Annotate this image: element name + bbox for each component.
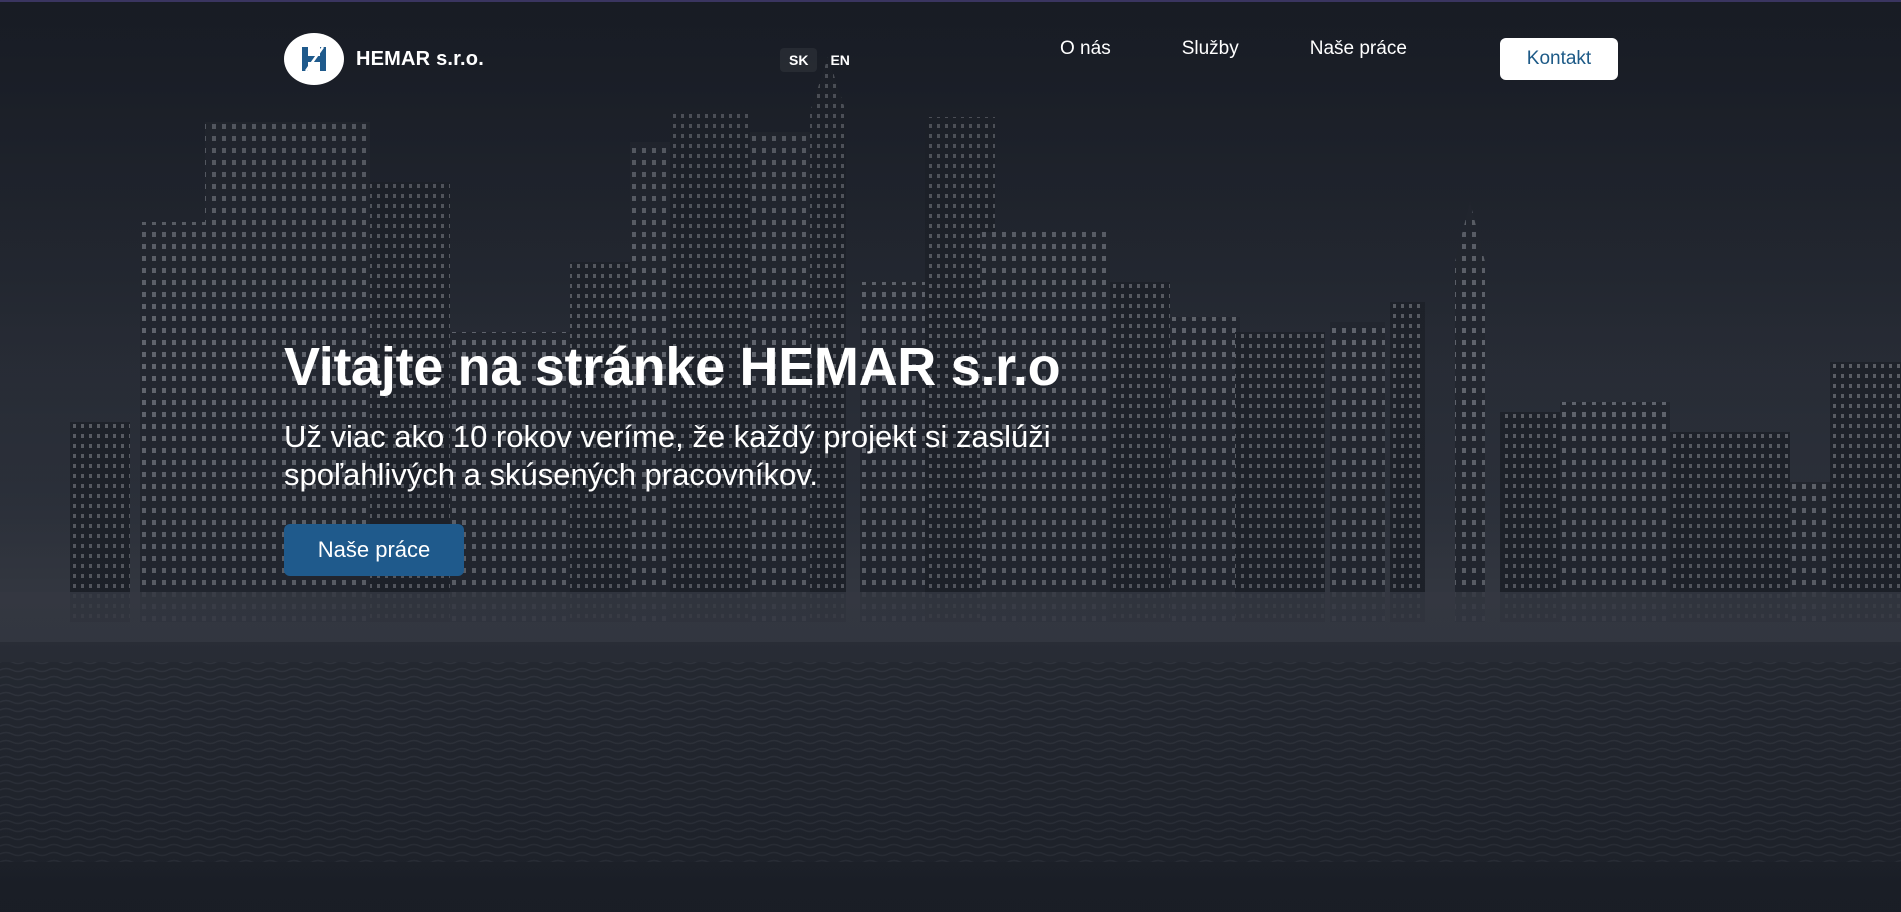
language-switcher: SK EN xyxy=(780,48,859,72)
site-header: HEMAR s.r.o. SK EN O nás Služby Naše prá… xyxy=(0,2,1901,114)
hemar-h-logo-icon xyxy=(284,33,344,85)
nav-link-sluzby[interactable]: Služby xyxy=(1182,38,1239,60)
hero-cta-button[interactable]: Naše práce xyxy=(284,524,464,576)
hero-subtitle: Už viac ako 10 rokov veríme, že každý pr… xyxy=(284,419,1051,492)
nav-link-nase-prace[interactable]: Naše práce xyxy=(1310,38,1407,60)
contact-button[interactable]: Kontakt xyxy=(1500,38,1618,80)
page: HEMAR s.r.o. SK EN O nás Služby Naše prá… xyxy=(0,0,1901,912)
nav-link-o-nas[interactable]: O nás xyxy=(1060,38,1111,60)
language-en[interactable]: EN xyxy=(821,48,858,72)
logo[interactable]: HEMAR s.r.o. xyxy=(284,33,484,85)
logo-text: HEMAR s.r.o. xyxy=(356,47,484,70)
hero-title: Vitajte na stránke HEMAR s.r.o xyxy=(284,337,1061,397)
main-nav: O nás Služby Naše práce xyxy=(1060,38,1478,60)
hero: Vitajte na stránke HEMAR s.r.o Už viac a… xyxy=(284,332,1184,576)
language-sk[interactable]: SK xyxy=(780,48,818,72)
